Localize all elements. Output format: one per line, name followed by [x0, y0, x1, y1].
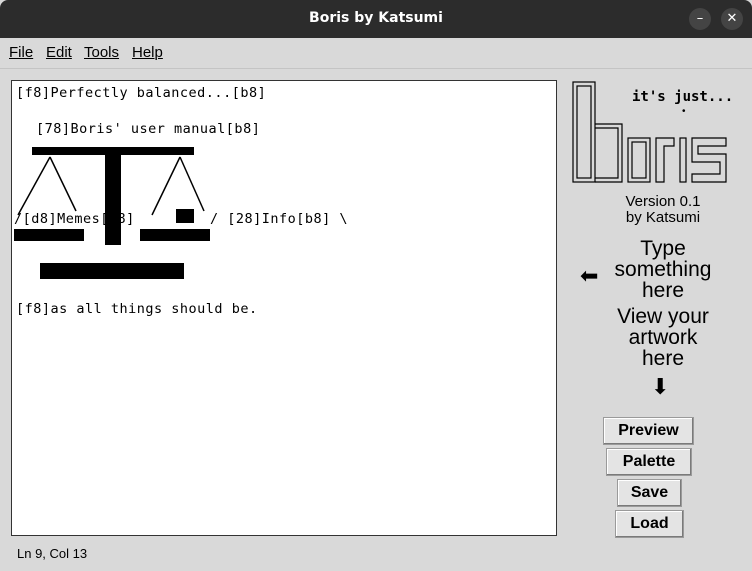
hint-line: Type [640, 237, 686, 260]
down-arrow-icon: ⬇ [651, 374, 670, 399]
scale-beam [32, 147, 194, 155]
palette-button[interactable]: Palette [606, 448, 692, 476]
hint-line: here [641, 279, 685, 302]
scale-right-pan [140, 229, 210, 241]
load-button[interactable]: Load [615, 510, 684, 538]
hint-line: View your [617, 305, 709, 328]
editor-line: / [28]Info[b8] \ [210, 211, 349, 227]
preview-button[interactable]: Preview [603, 417, 694, 445]
author-label: by Katsumi [625, 209, 701, 226]
menu-help[interactable]: Help [132, 44, 163, 61]
logo-dot: • [682, 106, 686, 117]
scale-weight [176, 209, 194, 223]
menu-edit[interactable]: Edit [46, 44, 72, 61]
menu-bar: File Edit Tools Help [0, 38, 752, 69]
scale-base [40, 263, 184, 279]
window-title: Boris by Katsumi [309, 10, 443, 26]
editor-line: [f8]Perfectly balanced...[b8] [16, 85, 267, 101]
hint-line: here [641, 347, 685, 370]
scale-left-pan [14, 229, 84, 241]
menu-file[interactable]: File [9, 44, 33, 61]
text-editor[interactable]: [f8]Perfectly balanced...[b8] [78]Boris'… [11, 80, 557, 536]
version-label: Version 0.1 [625, 193, 701, 210]
save-button[interactable]: Save [617, 479, 682, 507]
hint-line: something [614, 258, 712, 281]
hint-line: artwork [628, 326, 698, 349]
logo-tagline: it's just... [632, 89, 734, 105]
cursor-position: Ln 9, Col 13 [17, 546, 88, 561]
minimize-button[interactable]: – [689, 8, 711, 30]
title-bar: Boris by Katsumi – ✕ [0, 0, 752, 38]
type-hint: Type something here [600, 238, 726, 301]
editor-line: [78]Boris' user manual[b8] [36, 121, 261, 137]
view-hint: View your artwork here [600, 306, 726, 369]
close-button[interactable]: ✕ [721, 8, 743, 30]
version-info: Version 0.1 by Katsumi [578, 194, 748, 226]
menu-tools[interactable]: Tools [84, 44, 119, 61]
editor-line: /[d8]Memes[b8] [14, 211, 135, 227]
editor-line: [f8]as all things should be. [16, 301, 258, 317]
left-arrow-icon: ⬅ [580, 263, 599, 288]
